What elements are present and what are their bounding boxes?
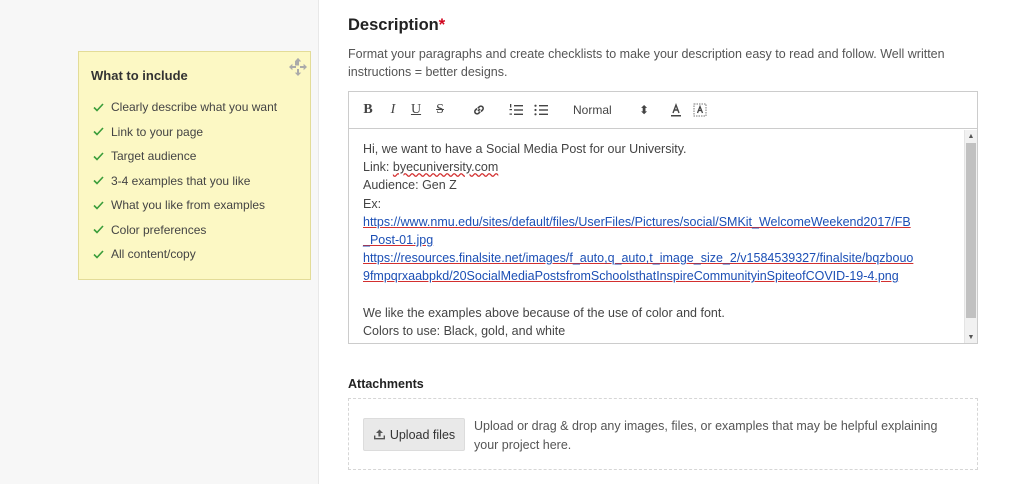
scroll-thumb[interactable]	[966, 143, 976, 318]
link-icon	[474, 105, 484, 115]
move-icon[interactable]	[288, 57, 308, 77]
ordered-list-button[interactable]	[507, 100, 525, 120]
tip-label: Color preferences	[111, 222, 207, 237]
attachments-dropzone[interactable]: Upload files Upload or drag & drop any i…	[348, 398, 978, 470]
example-link-1-cont[interactable]: _Post-01.jpg	[363, 233, 433, 247]
body-line: https://www.nmu.edu/sites/default/files/…	[363, 213, 949, 231]
editor-toolbar: B I U S Normal ⬍	[349, 92, 977, 129]
tip-label: Target audience	[111, 149, 197, 164]
description-title: Description	[348, 16, 439, 34]
body-line: https://resources.finalsite.net/images/f…	[363, 249, 949, 267]
underline-button[interactable]: U	[409, 100, 423, 120]
scroll-down-icon[interactable]: ▼	[965, 331, 977, 343]
example-link-2-cont[interactable]: 9fmpqrxaabpkd/20SocialMediaPostsfromScho…	[363, 269, 899, 283]
link-label: Link:	[363, 160, 393, 175]
upload-files-button[interactable]: Upload files	[363, 418, 465, 451]
check-icon	[93, 176, 104, 185]
list-item: Target audience	[93, 144, 277, 169]
upload-label: Upload files	[389, 427, 456, 442]
body-line: Audience: Gen Z	[363, 178, 457, 193]
select-arrows-icon: ⬍	[638, 103, 649, 117]
format-select[interactable]: Normal ⬍	[573, 100, 649, 120]
check-icon	[93, 201, 104, 210]
background-color-button[interactable]	[692, 100, 708, 120]
list-item: 3-4 examples that you like	[93, 169, 277, 194]
body-line: We like the examples above because of th…	[363, 305, 725, 320]
upload-icon	[373, 429, 385, 440]
website-text: byecuniversity.com	[392, 160, 499, 175]
body-line: 9fmpqrxaabpkd/20SocialMediaPostsfromScho…	[363, 267, 949, 285]
text-color-icon	[671, 103, 681, 117]
check-icon	[93, 127, 104, 136]
tip-label: Clearly describe what you want	[111, 100, 278, 115]
required-marker: *	[438, 16, 446, 34]
body-line: Colors to use: Black, gold, and white	[363, 323, 566, 338]
list-item: All content/copy	[93, 242, 277, 267]
tips-list: Clearly describe what you want Link to y…	[93, 95, 277, 267]
body-line: Ex:	[363, 196, 382, 211]
ordered-list-icon	[509, 104, 523, 115]
body-line: Hi, we want to have a Social Media Post …	[363, 142, 687, 156]
description-help-text: Format your paragraphs and create checkl…	[348, 47, 945, 79]
upload-help-text: Upload or drag & drop any images, files,…	[474, 419, 938, 452]
check-icon	[93, 225, 104, 234]
body-line: Link: byecuniversity.com	[363, 158, 949, 176]
list-item: Link to your page	[93, 120, 277, 145]
tip-label: Link to your page	[111, 124, 204, 139]
list-item: Clearly describe what you want	[93, 95, 277, 120]
attachments-title: Attachments	[348, 377, 424, 391]
rich-text-editor: B I U S Normal ⬍ Hi, we want to have a S…	[348, 91, 978, 344]
check-icon	[93, 152, 104, 161]
strikethrough-button[interactable]: S	[433, 100, 447, 120]
editor-scrollbar[interactable]: ▲ ▼	[964, 130, 977, 343]
list-item: Color preferences	[93, 218, 277, 243]
bullet-list-icon	[534, 104, 548, 116]
check-icon	[93, 250, 104, 259]
form-panel: Description* Format your paragraphs and …	[318, 0, 1024, 484]
description-textarea[interactable]: Hi, we want to have a Social Media Post …	[349, 130, 963, 343]
tip-label: All content/copy	[111, 247, 196, 262]
link-button[interactable]	[470, 100, 488, 120]
tip-label: 3-4 examples that you like	[111, 173, 251, 188]
body-line: _Post-01.jpg	[363, 231, 949, 249]
scroll-up-icon[interactable]: ▲	[965, 130, 977, 142]
tip-label: What you like from examples	[111, 198, 266, 213]
check-icon	[93, 103, 104, 112]
list-item: What you like from examples	[93, 193, 277, 218]
example-link-2[interactable]: https://resources.finalsite.net/images/f…	[363, 251, 913, 265]
tips-title: What to include	[91, 68, 188, 83]
tips-panel: What to include Clearly describe what yo…	[78, 51, 311, 280]
italic-button[interactable]: I	[386, 100, 400, 120]
text-color-button[interactable]	[668, 100, 684, 120]
background-color-icon	[693, 103, 707, 117]
format-value: Normal	[573, 103, 612, 117]
example-link-1[interactable]: https://www.nmu.edu/sites/default/files/…	[363, 215, 911, 229]
description-heading: Description*	[348, 16, 445, 35]
bold-button[interactable]: B	[361, 100, 375, 120]
bullet-list-button[interactable]	[532, 100, 550, 120]
